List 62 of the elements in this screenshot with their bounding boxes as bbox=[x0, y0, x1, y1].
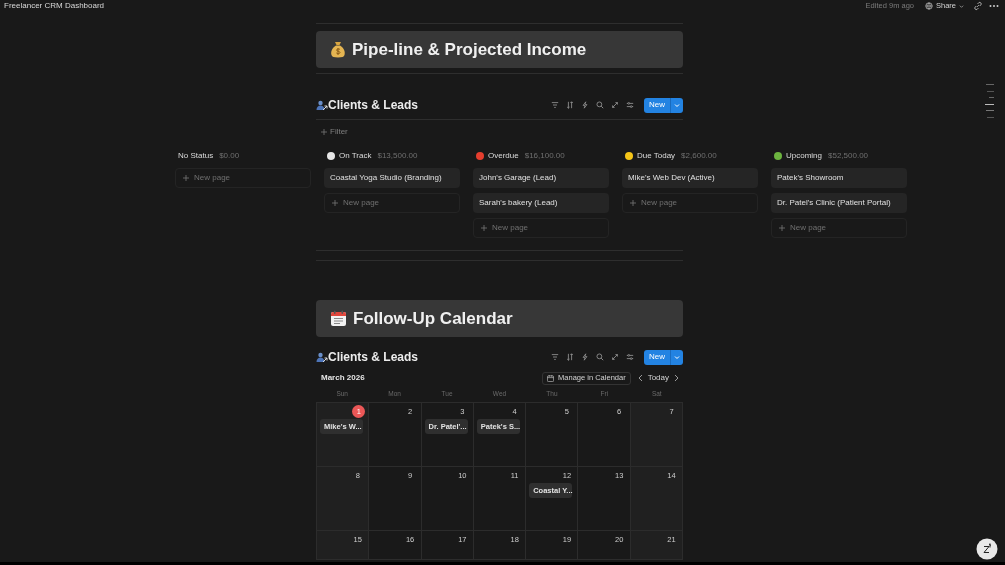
lead-card[interactable]: Patek's Showroom bbox=[771, 168, 907, 188]
new-page-button[interactable]: New page bbox=[175, 168, 311, 188]
new-page-button[interactable]: New page bbox=[324, 193, 460, 213]
section-heading: Pipe-line & Projected Income bbox=[352, 38, 587, 61]
chevron-down-icon bbox=[674, 102, 680, 108]
people-icon bbox=[316, 351, 328, 363]
sort-icon[interactable] bbox=[566, 353, 575, 361]
chevron-down-icon bbox=[674, 354, 680, 360]
group-name: Overdue bbox=[488, 150, 519, 162]
globe-icon bbox=[925, 2, 933, 10]
plus-icon bbox=[183, 175, 189, 181]
lightning-icon[interactable] bbox=[581, 353, 590, 361]
group-total: $16,100.00 bbox=[524, 150, 565, 162]
search-icon[interactable] bbox=[596, 101, 605, 109]
today-button[interactable]: Today bbox=[642, 372, 674, 384]
plus-icon bbox=[481, 225, 487, 231]
group-total: $2,600.00 bbox=[681, 150, 717, 162]
page-title[interactable]: Freelancer CRM Dashboard bbox=[4, 0, 105, 12]
chevron-down-icon bbox=[959, 3, 964, 9]
lead-card[interactable]: John's Garage (Lead) bbox=[473, 168, 609, 188]
new-page-button[interactable]: New page bbox=[771, 218, 907, 238]
plus-icon bbox=[779, 225, 785, 231]
plus-icon bbox=[630, 200, 636, 206]
expand-icon[interactable] bbox=[611, 353, 620, 361]
month-label: March 2026 bbox=[321, 372, 365, 384]
money-bag-icon bbox=[330, 41, 346, 58]
lead-card[interactable]: Sarah's bakery (Lead) bbox=[473, 193, 609, 213]
outline-indicator[interactable] bbox=[985, 84, 994, 118]
group-total: $0.00 bbox=[219, 150, 240, 162]
sort-icon[interactable] bbox=[566, 101, 575, 109]
database-title[interactable]: Clients & Leads bbox=[328, 96, 419, 114]
chevron-left-icon[interactable] bbox=[637, 374, 643, 382]
people-icon bbox=[316, 99, 328, 111]
lead-card[interactable]: Mike's Web Dev (Active) bbox=[622, 168, 758, 188]
calendar-icon bbox=[330, 310, 347, 327]
settings-icon[interactable] bbox=[626, 353, 635, 361]
filter-icon[interactable] bbox=[551, 353, 560, 361]
search-icon[interactable] bbox=[596, 353, 605, 361]
chevron-right-icon[interactable] bbox=[674, 374, 679, 382]
calendar-icon bbox=[547, 374, 555, 382]
lead-card[interactable]: Coastal Yoga Studio (Branding) bbox=[324, 168, 460, 188]
lead-card[interactable]: Dr. Patel's Clinic (Patient Portal) bbox=[771, 193, 907, 213]
link-icon[interactable] bbox=[973, 1, 983, 11]
group-name: No Status bbox=[178, 150, 214, 162]
plus-icon bbox=[332, 200, 338, 206]
new-page-button[interactable]: New page bbox=[473, 218, 609, 238]
filter-icon[interactable] bbox=[551, 101, 560, 109]
settings-icon[interactable] bbox=[626, 101, 635, 109]
expand-icon[interactable] bbox=[611, 101, 620, 109]
filter-button[interactable]: Filter bbox=[321, 126, 348, 138]
plus-icon bbox=[321, 129, 327, 135]
new-page-button[interactable]: New page bbox=[622, 193, 758, 213]
group-total: $13,500.00 bbox=[377, 150, 418, 162]
section-heading: Follow-Up Calendar bbox=[353, 307, 513, 330]
more-icon[interactable] bbox=[989, 4, 999, 8]
group-name: Upcoming bbox=[786, 150, 822, 162]
group-total: $52,500.00 bbox=[828, 150, 869, 162]
lightning-icon[interactable] bbox=[581, 101, 590, 109]
help-icon[interactable] bbox=[976, 538, 998, 560]
group-name: Due Today bbox=[637, 150, 676, 162]
database-title[interactable]: Clients & Leads bbox=[328, 348, 419, 366]
group-name: On Track bbox=[339, 150, 372, 162]
